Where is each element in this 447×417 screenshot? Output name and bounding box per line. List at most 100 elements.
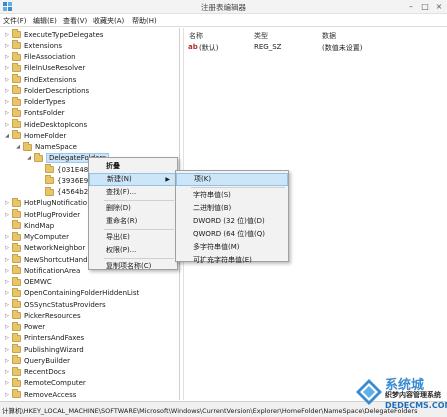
tree-item[interactable]: ▷ PrintersAndFaxes [4, 332, 84, 344]
tree-item[interactable]: ▷ FontsFolder [4, 107, 65, 119]
expand-arrow-icon[interactable]: ▷ [4, 212, 10, 218]
expand-arrow-icon[interactable]: ▷ [4, 54, 10, 60]
menu-view[interactable]: 查看(V) [63, 16, 87, 26]
tree-item[interactable]: ▷ MyComputer [4, 231, 69, 243]
tree-item[interactable]: ▷ RemoveAccess [4, 389, 76, 400]
expand-arrow-icon[interactable]: ▷ [4, 268, 10, 274]
menu-item[interactable]: 权限(P)... [89, 244, 177, 257]
menu-item[interactable]: 复制项名称(C) [89, 260, 177, 273]
title-bar: 注册表编辑器 – □ × [0, 0, 447, 14]
tree-item[interactable]: ▷ NewShortcutHandl [4, 254, 89, 265]
menu-item[interactable]: QWORD (64 位)值(Q) [176, 228, 288, 241]
menu-item[interactable]: 删除(D) [89, 202, 177, 215]
tree-item[interactable]: ▷ PickerResources [4, 310, 81, 321]
menu-item[interactable]: 折叠 [89, 160, 177, 173]
tree-item-label: PickerResources [24, 311, 81, 320]
menu-edit[interactable]: 编辑(E) [33, 16, 57, 26]
expand-arrow-icon[interactable]: ▷ [4, 32, 10, 38]
tree-item-label: NameSpace [35, 143, 77, 151]
close-icon[interactable]: × [432, 1, 446, 12]
tree-item[interactable]: ▷ QueryBuilder [4, 355, 70, 366]
expand-arrow-icon[interactable]: ▷ [4, 234, 10, 240]
menu-item[interactable]: 可扩充字符串值(E) [176, 254, 288, 267]
menu-item[interactable]: DWORD (32 位)值(D) [176, 215, 288, 228]
value-data: (数值未设置) [322, 44, 363, 52]
expand-arrow-icon[interactable]: ▷ [4, 335, 10, 341]
expand-arrow-icon[interactable]: ▷ [4, 65, 10, 71]
minimize-icon[interactable]: – [404, 1, 418, 12]
tree-item[interactable]: ▷ HotPlugProvider [4, 209, 80, 220]
tree-item[interactable]: ▷ RecentDocs [4, 366, 65, 378]
menu-item[interactable]: 字符串值(S) [176, 189, 288, 202]
tree-item[interactable]: ▷ FileInUseResolver [4, 62, 85, 74]
expand-arrow-icon[interactable]: ▷ [4, 200, 10, 206]
folder-icon [12, 366, 21, 376]
expand-arrow-icon[interactable]: ▷ [4, 380, 10, 386]
folder-icon [12, 107, 21, 117]
menu-item[interactable]: 新建(N) ▶ [89, 173, 177, 186]
expand-arrow-icon[interactable]: ▷ [4, 369, 10, 375]
tree-item[interactable]: ▷ OSSyncStatusProviders [4, 299, 106, 310]
tree-item-label: OSSyncStatusProviders [24, 300, 106, 309]
folder-icon [12, 310, 21, 320]
expand-arrow-icon[interactable]: ▷ [4, 257, 10, 263]
tree-item-label: FindExtensions [24, 75, 77, 84]
column-name[interactable]: 名称 [189, 31, 203, 41]
tree-item[interactable]: {3936E9E [37, 175, 93, 186]
tree-item[interactable]: ▷ Extensions [4, 40, 62, 51]
tree-item[interactable]: ▷ HideDesktopIcons [4, 119, 87, 130]
menu-help[interactable]: 帮助(H) [132, 16, 157, 26]
tree-item[interactable]: ▷ OpenContainingFolderHiddenList [4, 287, 139, 299]
expand-arrow-icon[interactable]: ▷ [4, 290, 10, 296]
expand-arrow-icon[interactable]: ▷ [4, 302, 10, 308]
tree-item[interactable]: ▷ FolderTypes [4, 96, 65, 108]
column-type[interactable]: 类型 [254, 31, 268, 41]
expand-arrow-icon[interactable]: ▷ [4, 122, 10, 128]
expand-arrow-icon[interactable]: ▷ [4, 358, 10, 364]
menu-item[interactable]: 重命名(R) [89, 215, 177, 228]
tree-item[interactable]: ▷ ExecuteTypeDelegates [4, 29, 103, 40]
tree-item[interactable]: ▷ HotPlugNotificatio [4, 197, 87, 209]
folder-icon [12, 389, 21, 398]
folder-icon [23, 141, 32, 151]
tree-item[interactable]: ▷ FolderDescriptions [4, 85, 89, 96]
menu-item[interactable]: 查找(F)... [89, 186, 177, 199]
expand-arrow-icon[interactable]: ▷ [4, 110, 10, 116]
menu-item[interactable]: 二进制值(B) [176, 202, 288, 215]
menu-item[interactable]: 多字符串值(M) [176, 241, 288, 254]
tree-item[interactable]: {031E482 [37, 164, 93, 175]
expand-arrow-icon[interactable]: ◢ [15, 144, 21, 150]
menu-item[interactable]: 项(K) [176, 173, 288, 186]
tree-item[interactable]: ▷ PublishingWizard [4, 344, 84, 355]
column-data[interactable]: 数据 [322, 31, 336, 41]
expand-arrow-icon[interactable]: ◢ [26, 155, 32, 161]
expand-arrow-icon[interactable]: ▷ [4, 347, 10, 353]
expand-arrow-icon[interactable]: ▷ [4, 88, 10, 94]
expand-arrow-icon[interactable]: ▷ [4, 43, 10, 49]
tree-item[interactable]: ▷ NotificationArea [4, 265, 80, 276]
expand-arrow-icon[interactable]: ▷ [4, 313, 10, 319]
menu-favorites[interactable]: 收藏夹(A) [93, 16, 124, 26]
tree-item[interactable]: ▷ Power [4, 321, 45, 333]
tree-item[interactable]: ◢ NameSpace [15, 141, 77, 153]
tree-item[interactable]: KindMap [4, 220, 54, 231]
list-item[interactable]: ab (默认) REG_SZ (数值未设置) [184, 42, 447, 53]
menu-file[interactable]: 文件(F) [3, 16, 27, 26]
tree-item[interactable]: ▷ RemoteComputer [4, 377, 86, 389]
windows-logo-icon [356, 379, 382, 405]
expand-arrow-icon[interactable]: ◢ [4, 133, 10, 139]
tree-item[interactable]: ▷ OEMWC [4, 276, 52, 288]
expand-arrow-icon[interactable]: ▷ [4, 77, 10, 83]
tree-item[interactable]: ◢ HomeFolder [4, 130, 66, 141]
expand-arrow-icon[interactable]: ▷ [4, 99, 10, 105]
tree-item[interactable]: ▷ FindExtensions [4, 74, 76, 85]
menu-item[interactable]: 导出(E) [89, 231, 177, 244]
tree-item[interactable]: {4564b25 [37, 186, 93, 198]
expand-arrow-icon[interactable]: ▷ [4, 245, 10, 251]
expand-arrow-icon[interactable]: ▷ [4, 324, 10, 330]
maximize-icon[interactable]: □ [418, 1, 432, 12]
tree-item[interactable]: ▷ NetworkNeighbor [4, 242, 85, 254]
expand-arrow-icon[interactable]: ▷ [4, 392, 10, 398]
expand-arrow-icon[interactable]: ▷ [4, 279, 10, 285]
tree-item[interactable]: ▷ FileAssociation [4, 51, 76, 63]
